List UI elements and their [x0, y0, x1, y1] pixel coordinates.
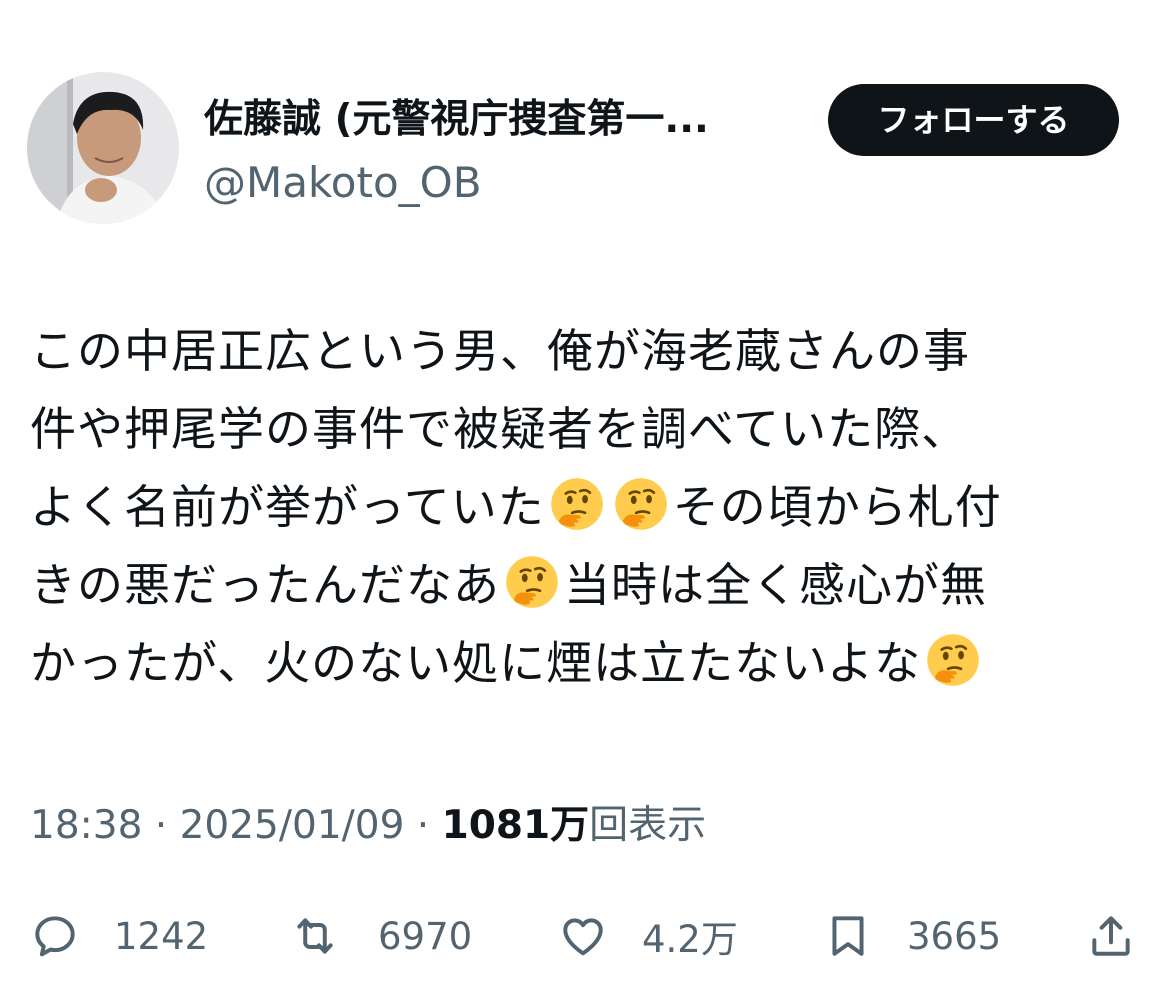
tweet-text-segment: 当時は全く感心が無	[564, 558, 987, 612]
tweet-time[interactable]: 18:38	[30, 803, 142, 848]
bookmark-count: 3665	[907, 914, 1002, 958]
tweet-text-segment: きの悪だったんだなあ	[30, 558, 500, 612]
tweet-line: 件や押尾学の事件で被疑者を調べていた際、	[30, 390, 1140, 468]
follow-button[interactable]: フォローする	[828, 84, 1119, 156]
retweet-count: 6970	[378, 914, 473, 958]
tweet-text-segment: その頃から札付	[672, 480, 1002, 534]
thinking-face-icon	[924, 631, 982, 689]
tweet-line: よく名前が挙がっていた その頃から札付	[30, 468, 1140, 546]
tweet-actions: 1242 6970 4.2万 3665	[0, 900, 1170, 972]
user-handle[interactable]: @Makoto_OB	[204, 155, 482, 211]
display-name[interactable]: 佐藤誠 (元警視庁捜査第一...	[204, 92, 804, 148]
thinking-face-icon	[503, 553, 561, 611]
tweet-date[interactable]: 2025/01/09	[180, 803, 405, 848]
tweet-text-segment: かったが、火のない処に煙は立たないよな	[30, 636, 922, 690]
tweet-text-segment: 件や押尾学の事件で被疑者を調べていた際、	[30, 402, 969, 456]
thinking-face-icon	[548, 475, 606, 533]
bookmark-button[interactable]: 3665	[823, 900, 1001, 972]
avatar[interactable]	[27, 72, 179, 224]
tweet-line: かったが、火のない処に煙は立たないよな	[30, 624, 1140, 702]
tweet-line: きの悪だったんだなあ 当時は全く感心が無	[30, 546, 1140, 624]
reply-icon	[35, 916, 75, 957]
views-label: 回表示	[589, 803, 707, 848]
retweet-button[interactable]: 6970	[290, 900, 472, 972]
views-count: 1081万	[441, 803, 590, 848]
tweet-text: この中居正広という男、俺が海老蔵さんの事 件や押尾学の事件で被疑者を調べていた際…	[30, 312, 1140, 702]
bookmark-icon	[832, 916, 864, 956]
reply-count: 1242	[114, 914, 209, 958]
meta-separator: ·	[142, 803, 180, 848]
like-count: 4.2万	[642, 918, 738, 961]
like-button[interactable]: 4.2万	[558, 900, 738, 972]
tweet-text-segment: この中居正広という男、俺が海老蔵さんの事	[30, 324, 970, 378]
heart-icon	[563, 918, 603, 956]
thinking-face-icon	[612, 475, 670, 533]
tweet-text-segment: よく名前が挙がっていた	[30, 480, 545, 534]
share-button[interactable]	[1086, 900, 1136, 972]
tweet-line: この中居正広という男、俺が海老蔵さんの事	[30, 312, 1140, 390]
profile-photo-icon	[27, 72, 179, 224]
tweet-meta: 18:38 · 2025/01/09 · 1081万回表示	[30, 796, 706, 856]
reply-button[interactable]: 1242	[30, 900, 208, 972]
share-icon	[1092, 916, 1130, 956]
retweet-icon	[297, 918, 333, 954]
meta-separator: ·	[404, 803, 442, 848]
